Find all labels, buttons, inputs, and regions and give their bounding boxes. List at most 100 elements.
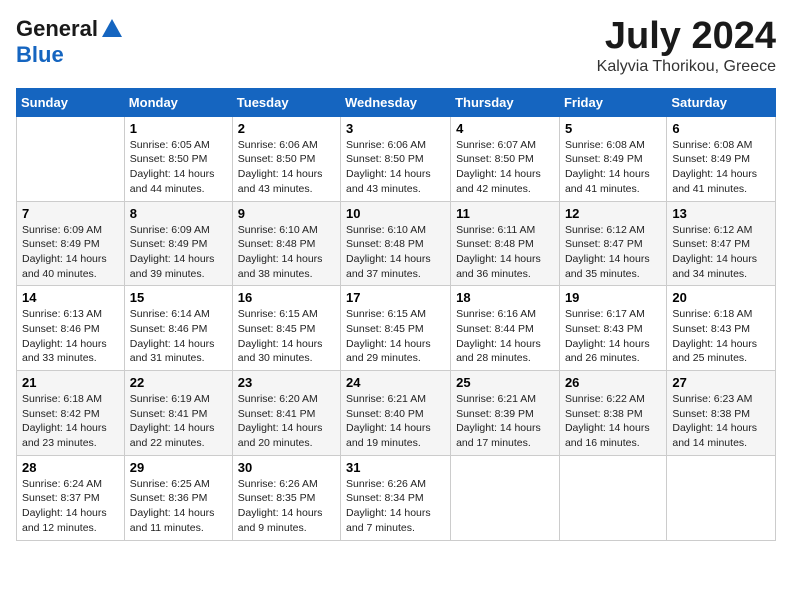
column-header-wednesday: Wednesday <box>341 88 451 116</box>
day-info: Sunrise: 6:20 AMSunset: 8:41 PMDaylight:… <box>238 392 335 451</box>
day-info: Sunrise: 6:18 AMSunset: 8:42 PMDaylight:… <box>22 392 119 451</box>
column-header-saturday: Saturday <box>667 88 776 116</box>
day-info: Sunrise: 6:26 AMSunset: 8:34 PMDaylight:… <box>346 477 445 536</box>
day-number: 18 <box>456 290 554 305</box>
title-block: July 2024 Kalyvia Thorikou, Greece <box>597 16 776 76</box>
calendar-cell: 6 Sunrise: 6:08 AMSunset: 8:49 PMDaylight… <box>667 116 776 201</box>
day-number: 7 <box>22 206 119 221</box>
day-number: 9 <box>238 206 335 221</box>
month-title: July 2024 <box>597 16 776 58</box>
day-info: Sunrise: 6:12 AMSunset: 8:47 PMDaylight:… <box>672 223 770 282</box>
day-number: 14 <box>22 290 119 305</box>
day-number: 11 <box>456 206 554 221</box>
day-number: 30 <box>238 460 335 475</box>
day-number: 2 <box>238 121 335 136</box>
day-number: 31 <box>346 460 445 475</box>
day-number: 17 <box>346 290 445 305</box>
day-info: Sunrise: 6:10 AMSunset: 8:48 PMDaylight:… <box>346 223 445 282</box>
column-header-tuesday: Tuesday <box>232 88 340 116</box>
day-info: Sunrise: 6:08 AMSunset: 8:49 PMDaylight:… <box>672 138 770 197</box>
calendar-cell: 11Sunrise: 6:11 AMSunset: 8:48 PMDayligh… <box>451 201 560 286</box>
day-number: 6 <box>672 121 770 136</box>
page-header: General Blue July 2024 Kalyvia Thorikou,… <box>16 16 776 76</box>
day-number: 27 <box>672 375 770 390</box>
calendar-cell <box>559 455 666 540</box>
day-info: Sunrise: 6:06 AMSunset: 8:50 PMDaylight:… <box>238 138 335 197</box>
day-info: Sunrise: 6:22 AMSunset: 8:38 PMDaylight:… <box>565 392 661 451</box>
calendar-cell: 7 Sunrise: 6:09 AMSunset: 8:49 PMDaylight… <box>17 201 125 286</box>
calendar-cell: 9 Sunrise: 6:10 AMSunset: 8:48 PMDaylight… <box>232 201 340 286</box>
calendar-cell: 5Sunrise: 6:08 AMSunset: 8:49 PMDaylight… <box>559 116 666 201</box>
day-info: Sunrise: 6:25 AMSunset: 8:36 PMDaylight:… <box>130 477 227 536</box>
calendar-cell: 30 Sunrise: 6:26 AMSunset: 8:35 PMDayligh… <box>232 455 340 540</box>
calendar-cell: 29 Sunrise: 6:25 AMSunset: 8:36 PMDayligh… <box>124 455 232 540</box>
day-info: Sunrise: 6:07 AMSunset: 8:50 PMDaylight:… <box>456 138 554 197</box>
calendar-cell: 22Sunrise: 6:19 AMSunset: 8:41 PMDayligh… <box>124 371 232 456</box>
logo: General Blue <box>16 16 122 68</box>
day-info: Sunrise: 6:24 AMSunset: 8:37 PMDaylight:… <box>22 477 119 536</box>
day-info: Sunrise: 6:10 AMSunset: 8:48 PMDaylight:… <box>238 223 335 282</box>
day-number: 19 <box>565 290 661 305</box>
day-info: Sunrise: 6:19 AMSunset: 8:41 PMDaylight:… <box>130 392 227 451</box>
calendar-cell: 1 Sunrise: 6:05 AMSunset: 8:50 PMDaylight… <box>124 116 232 201</box>
logo-general: General <box>16 16 98 42</box>
day-info: Sunrise: 6:09 AMSunset: 8:49 PMDaylight:… <box>22 223 119 282</box>
calendar-cell: 3 Sunrise: 6:06 AMSunset: 8:50 PMDaylight… <box>341 116 451 201</box>
calendar-cell <box>451 455 560 540</box>
day-number: 12 <box>565 206 661 221</box>
day-number: 4 <box>456 121 554 136</box>
logo-triangle-icon <box>102 19 122 37</box>
day-number: 10 <box>346 206 445 221</box>
day-number: 8 <box>130 206 227 221</box>
calendar-cell: 28 Sunrise: 6:24 AMSunset: 8:37 PMDayligh… <box>17 455 125 540</box>
day-info: Sunrise: 6:05 AMSunset: 8:50 PMDaylight:… <box>130 138 227 197</box>
header-row: SundayMondayTuesdayWednesdayThursdayFrid… <box>17 88 776 116</box>
calendar-cell: 23 Sunrise: 6:20 AMSunset: 8:41 PMDayligh… <box>232 371 340 456</box>
logo-blue: Blue <box>16 42 64 68</box>
calendar-cell: 24 Sunrise: 6:21 AMSunset: 8:40 PMDayligh… <box>341 371 451 456</box>
week-row-2: 7 Sunrise: 6:09 AMSunset: 8:49 PMDaylight… <box>17 201 776 286</box>
day-info: Sunrise: 6:23 AMSunset: 8:38 PMDaylight:… <box>672 392 770 451</box>
day-info: Sunrise: 6:18 AMSunset: 8:43 PMDaylight:… <box>672 307 770 366</box>
day-info: Sunrise: 6:09 AMSunset: 8:49 PMDaylight:… <box>130 223 227 282</box>
day-info: Sunrise: 6:26 AMSunset: 8:35 PMDaylight:… <box>238 477 335 536</box>
calendar-cell: 10 Sunrise: 6:10 AMSunset: 8:48 PMDayligh… <box>341 201 451 286</box>
day-number: 20 <box>672 290 770 305</box>
day-number: 29 <box>130 460 227 475</box>
calendar-cell: 13 Sunrise: 6:12 AMSunset: 8:47 PMDayligh… <box>667 201 776 286</box>
day-number: 23 <box>238 375 335 390</box>
day-number: 3 <box>346 121 445 136</box>
day-number: 13 <box>672 206 770 221</box>
calendar-cell: 18 Sunrise: 6:16 AMSunset: 8:44 PMDayligh… <box>451 286 560 371</box>
day-number: 16 <box>238 290 335 305</box>
location-title: Kalyvia Thorikou, Greece <box>597 58 776 76</box>
calendar-cell: 19Sunrise: 6:17 AMSunset: 8:43 PMDayligh… <box>559 286 666 371</box>
calendar-cell: 2 Sunrise: 6:06 AMSunset: 8:50 PMDaylight… <box>232 116 340 201</box>
calendar-table: SundayMondayTuesdayWednesdayThursdayFrid… <box>16 88 776 541</box>
day-info: Sunrise: 6:16 AMSunset: 8:44 PMDaylight:… <box>456 307 554 366</box>
calendar-cell: 27 Sunrise: 6:23 AMSunset: 8:38 PMDayligh… <box>667 371 776 456</box>
calendar-cell <box>667 455 776 540</box>
week-row-1: 1 Sunrise: 6:05 AMSunset: 8:50 PMDaylight… <box>17 116 776 201</box>
day-number: 24 <box>346 375 445 390</box>
day-info: Sunrise: 6:21 AMSunset: 8:39 PMDaylight:… <box>456 392 554 451</box>
calendar-cell <box>17 116 125 201</box>
day-info: Sunrise: 6:14 AMSunset: 8:46 PMDaylight:… <box>130 307 227 366</box>
day-number: 25 <box>456 375 554 390</box>
day-info: Sunrise: 6:21 AMSunset: 8:40 PMDaylight:… <box>346 392 445 451</box>
day-number: 15 <box>130 290 227 305</box>
week-row-3: 14Sunrise: 6:13 AMSunset: 8:46 PMDayligh… <box>17 286 776 371</box>
calendar-cell: 17Sunrise: 6:15 AMSunset: 8:45 PMDayligh… <box>341 286 451 371</box>
day-number: 28 <box>22 460 119 475</box>
calendar-cell: 31 Sunrise: 6:26 AMSunset: 8:34 PMDayligh… <box>341 455 451 540</box>
day-info: Sunrise: 6:06 AMSunset: 8:50 PMDaylight:… <box>346 138 445 197</box>
day-info: Sunrise: 6:12 AMSunset: 8:47 PMDaylight:… <box>565 223 661 282</box>
column-header-sunday: Sunday <box>17 88 125 116</box>
day-number: 21 <box>22 375 119 390</box>
day-number: 26 <box>565 375 661 390</box>
calendar-cell: 21 Sunrise: 6:18 AMSunset: 8:42 PMDayligh… <box>17 371 125 456</box>
day-number: 1 <box>130 121 227 136</box>
calendar-cell: 4 Sunrise: 6:07 AMSunset: 8:50 PMDaylight… <box>451 116 560 201</box>
calendar-cell: 20 Sunrise: 6:18 AMSunset: 8:43 PMDayligh… <box>667 286 776 371</box>
day-info: Sunrise: 6:15 AMSunset: 8:45 PMDaylight:… <box>238 307 335 366</box>
